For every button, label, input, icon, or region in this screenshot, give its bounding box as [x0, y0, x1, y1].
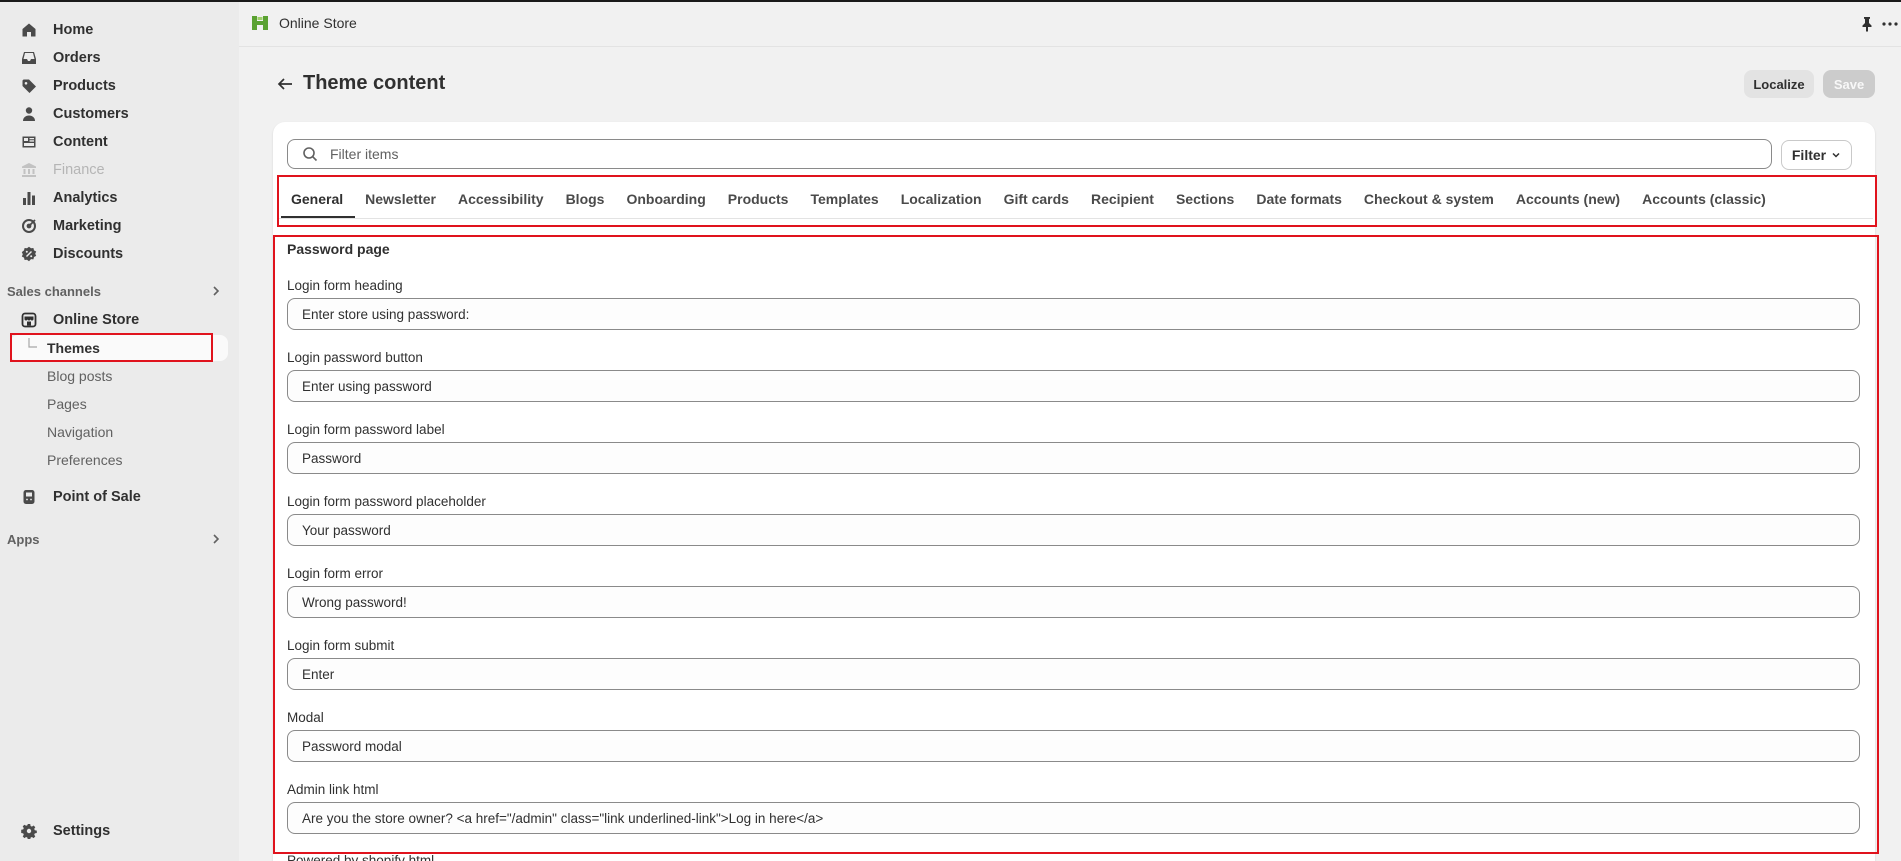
discount-icon	[20, 245, 38, 263]
sidebar-item-home[interactable]: Home	[10, 17, 228, 43]
search-input[interactable]	[328, 145, 1732, 163]
pos-icon	[20, 488, 38, 506]
filter-button-label: Filter	[1791, 147, 1827, 163]
bar-chart-icon	[20, 189, 38, 207]
sidebar-item-customers[interactable]: Customers	[10, 101, 228, 127]
tabs-highlight-box	[277, 175, 1877, 227]
content-icon	[20, 133, 38, 151]
localize-button[interactable]: Localize	[1744, 70, 1814, 98]
sales-channels-label: Sales channels	[7, 283, 101, 299]
filter-button[interactable]: Filter	[1781, 140, 1852, 170]
sidebar-item-label: Analytics	[53, 190, 118, 206]
sidebar-item-settings[interactable]: Settings	[10, 818, 228, 844]
sidebar-sub-item-preferences[interactable]: Preferences	[10, 447, 228, 473]
back-arrow-icon[interactable]	[276, 75, 294, 93]
apps-label: Apps	[7, 531, 40, 547]
sidebar-item-analytics[interactable]: Analytics	[10, 185, 228, 211]
sidebar-item-label: Online Store	[53, 312, 140, 328]
bank-icon	[20, 161, 38, 179]
sidebar-item-marketing[interactable]: Marketing	[10, 213, 228, 239]
sidebar-sub-item-label: Pages	[47, 396, 87, 412]
sidebar-sub-item-label: Blog posts	[47, 368, 113, 384]
pin-icon[interactable]	[1859, 16, 1875, 32]
store-name: Online Store	[279, 15, 357, 31]
sidebar-item-point-of-sale[interactable]: Point of Sale	[10, 484, 228, 510]
save-button[interactable]: Save	[1823, 70, 1875, 98]
sidebar-item-content[interactable]: Content	[10, 129, 228, 155]
top-bar: Online Store	[239, 2, 1901, 47]
target-icon	[20, 217, 38, 235]
gear-icon	[20, 822, 38, 840]
orders-icon	[20, 49, 38, 67]
sidebar-sub-item-label: Preferences	[47, 452, 123, 468]
storefront-icon	[20, 311, 38, 329]
sidebar-item-discounts[interactable]: Discounts	[10, 241, 228, 267]
sidebar-item-online-store[interactable]: Online Store	[10, 307, 228, 333]
sidebar-item-label: Products	[53, 78, 116, 94]
themes-highlight-box	[10, 333, 213, 362]
sidebar-item-label: Settings	[53, 823, 111, 839]
chevron-down-icon	[1832, 152, 1840, 158]
sidebar-item-products[interactable]: Products	[10, 73, 228, 99]
person-icon	[20, 105, 38, 123]
sidebar-item-finance: Finance	[10, 157, 228, 183]
more-options-icon[interactable]	[1881, 17, 1899, 31]
sidebar-sub-item-blog-posts[interactable]: Blog posts	[10, 363, 228, 389]
sidebar-sub-item-pages[interactable]: Pages	[10, 391, 228, 417]
sidebar-item-label: Home	[53, 22, 94, 38]
sidebar-item-label: Orders	[53, 50, 101, 66]
sidebar-sub-item-label: Navigation	[47, 424, 114, 440]
chevron-right-icon	[213, 534, 220, 544]
sidebar-item-label: Customers	[53, 106, 129, 122]
apps-header[interactable]: Apps	[7, 528, 227, 550]
sidebar-item-label: Discounts	[53, 246, 124, 262]
sidebar-item-label: Marketing	[53, 218, 122, 234]
page-title: Theme content	[303, 72, 446, 94]
sidebar-item-label: Finance	[53, 162, 105, 178]
chevron-right-icon	[213, 286, 220, 296]
sidebar: Home Orders Products Customers Content F…	[0, 2, 239, 861]
sales-channels-header[interactable]: Sales channels	[7, 280, 227, 302]
search-icon	[303, 147, 318, 162]
form-highlight-box	[273, 235, 1879, 854]
online-store-app-icon	[252, 16, 268, 30]
sidebar-item-label: Point of Sale	[53, 489, 141, 505]
home-icon	[20, 21, 38, 39]
tag-icon	[20, 77, 38, 95]
sidebar-item-orders[interactable]: Orders	[10, 45, 228, 71]
sidebar-item-label: Content	[53, 134, 108, 150]
filter-items-search[interactable]	[287, 139, 1772, 169]
sidebar-sub-item-navigation[interactable]: Navigation	[10, 419, 228, 445]
